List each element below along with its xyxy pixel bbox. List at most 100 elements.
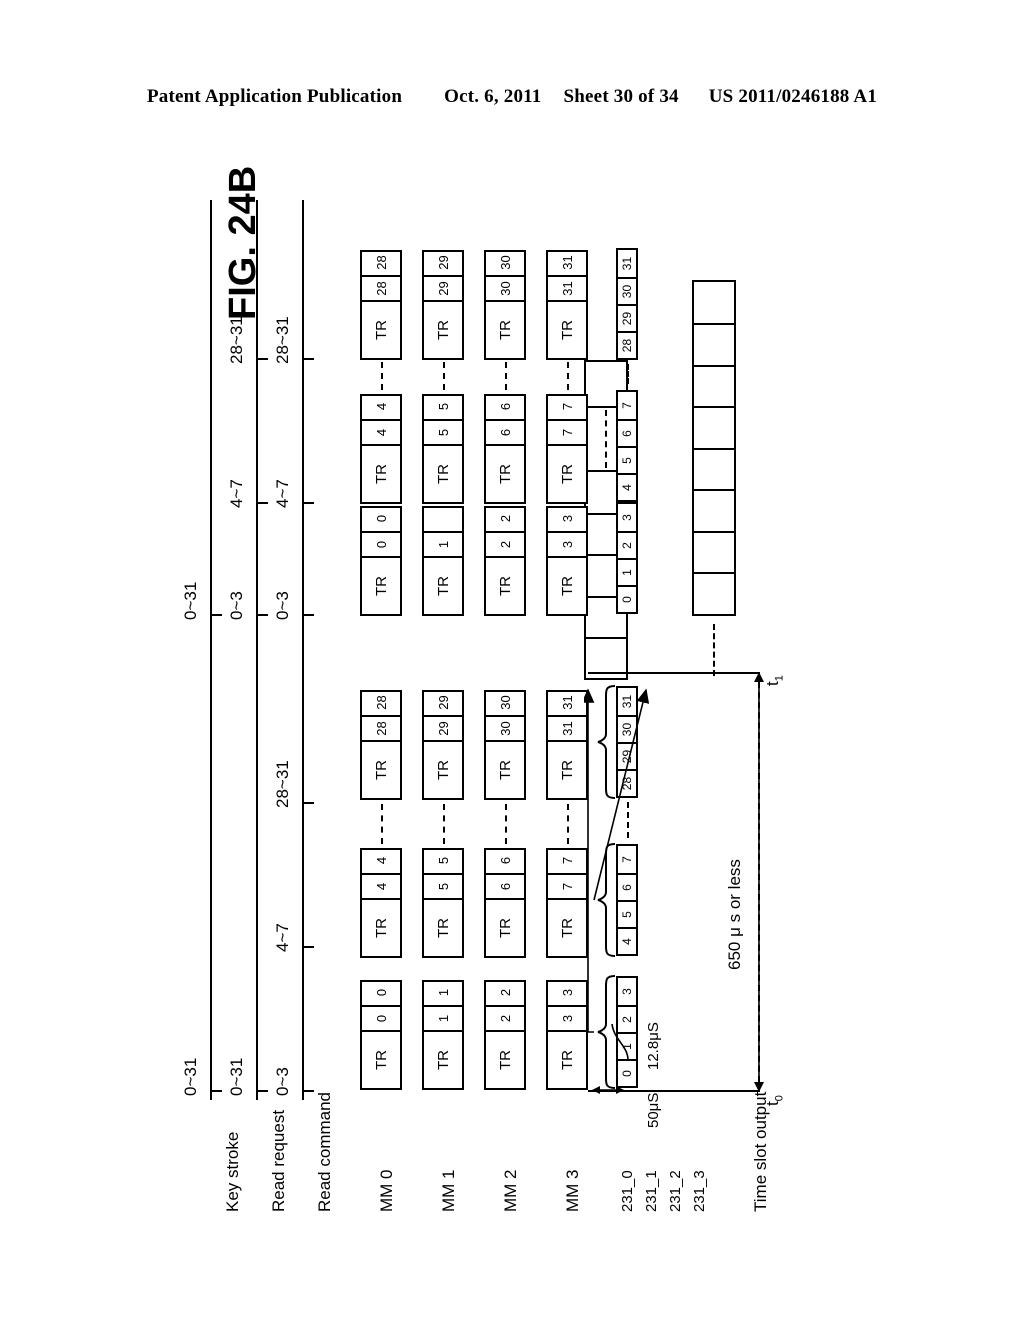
tr-block-mm1-b1-g2: TR 5 5 [422,848,464,958]
tr-num-a: 30 [486,715,524,740]
tr-num-a: 31 [548,715,586,740]
tr-num-a: 7 [548,873,586,898]
tr-block-mm0-b2-g3: TR 28 28 [360,250,402,360]
row-label-mm0: MM 0 [377,1169,396,1213]
label-50us: 50μS [645,1092,662,1128]
row-label-mm1: MM 1 [439,1169,458,1213]
continuation-dots-mm3-b1 [567,804,569,844]
tr-block-mm2-b2-g3: TR 30 30 [484,250,526,360]
tick-read-command-6 [302,358,314,360]
continuation-dots-mm1-b1 [443,804,445,844]
row-label-key-stroke: Key stroke [223,1131,242,1212]
tr-block-mm1-b2-g2: TR 5 5 [422,394,464,504]
time-slot-box [694,448,734,490]
tr-label: TR [548,556,586,614]
continuation-dots-mm0-b1 [381,804,383,844]
tick-read-command-5 [302,502,314,504]
continuation-dots-slots-b2 [627,364,629,384]
figure-title: FIG. 24B [222,165,264,320]
label-650us: 650 μ s or less [725,859,744,970]
tr-num-a: 3 [548,1005,586,1030]
tr-num-b: 5 [435,402,451,411]
range-read-command-1: 0~3 [273,1067,292,1096]
tr-block-mm0-b2-g1: TR 0 0 [360,506,402,616]
row-label-231-0: 231_0 [619,1170,636,1212]
tr-block-mm0-b1-g1: TR 0 0 [360,980,402,1090]
range-read-command-5: 4~7 [273,479,292,508]
range-read-request-2: 0~3 [227,591,246,620]
tr-num-b [424,506,462,531]
tick-read-request-1 [256,1090,268,1092]
tr-label: TR [424,556,462,614]
range-read-request-1: 0~31 [227,1057,246,1096]
tr-num-b: 29 [435,255,451,270]
header-publication: Patent Application Publication [146,86,403,107]
tr-label: TR [486,300,524,358]
tr-block-mm1-b2-g1: TR 1 [422,506,464,616]
tr-block-mm1-b2-g3: TR 29 29 [422,250,464,360]
tr-block-mm2-b2-g2: TR 6 6 [484,394,526,504]
micro-timing-annotation [592,1023,629,1094]
tr-label: TR [548,444,586,502]
tr-label: TR [362,300,400,358]
tr-label: TR [486,740,524,798]
tr-num-a: 0 [362,531,400,556]
tr-block-mm0-b2-g2: TR 4 4 [360,394,402,504]
range-key-stroke-2: 0~31 [181,581,200,620]
tick-read-command-1 [302,1090,314,1092]
tr-block-mm3-b1-g3: TR 31 31 [546,690,588,800]
tr-label: TR [486,1030,524,1088]
tr-num-a: 6 [486,419,524,444]
time-slot-box [694,323,734,365]
range-read-command-3: 28~31 [273,760,292,808]
tr-num-a: 5 [424,873,462,898]
tr-num-a: 4 [362,419,400,444]
tr-num-b: 6 [497,402,513,411]
tr-num-a: 29 [424,275,462,300]
tr-block-mm3-b2-g1: TR 3 3 [546,506,588,616]
range-read-request-3: 4~7 [227,479,246,508]
tr-num-a: 2 [486,531,524,556]
tr-num-b: 0 [373,988,389,997]
header-date: Oct. 6, 2011 [444,86,542,107]
tr-num-a: 6 [486,873,524,898]
row-label-read-command: Read command [315,1091,334,1212]
time-slot-box [694,282,734,323]
tr-num-a: 7 [548,419,586,444]
tr-block-mm3-b1-g2: TR 7 7 [546,848,588,958]
continuation-dots-mm2-b2 [505,362,507,390]
tr-num-b: 1 [435,988,451,997]
tick-key-stroke-1 [210,1090,222,1092]
tr-num-b: 2 [497,988,513,997]
tr-num-a: 28 [362,275,400,300]
tick-read-command-2 [302,946,314,948]
slot-strip-b2-2: 28 29 30 31 [616,248,638,360]
tr-label: TR [362,898,400,956]
range-read-command-2: 4~7 [273,923,292,952]
label-12-8us: 12.8μS [645,1022,662,1070]
tr-block-mm2-b1-g3: TR 30 30 [484,690,526,800]
lane-rule-read-request [256,200,258,1100]
tr-label: TR [486,898,524,956]
slot-cell: 6 [618,419,636,446]
tick-read-request-3 [256,502,268,504]
tr-num-a: 5 [424,419,462,444]
tr-num-b: 30 [497,695,513,710]
slot-cell: 29 [618,304,636,331]
tr-num-b: 28 [373,695,389,710]
tr-num-a: 0 [362,1005,400,1030]
time-slot-box [694,365,734,407]
tr-label: TR [362,556,400,614]
tr-block-mm2-b1-g2: TR 6 6 [484,848,526,958]
tr-label: TR [548,740,586,798]
tr-num-a: 30 [486,275,524,300]
slot-cell: 7 [620,402,634,409]
lane-rule-read-command [302,200,304,1100]
slot-cell: 30 [618,277,636,304]
marker-t0: t0 [763,1095,786,1106]
t1-dropline [588,672,760,674]
continuation-dots-mm1-b2 [443,362,445,390]
header-sheet: Sheet 30 of 34 [563,86,679,107]
tr-num-b: 5 [435,856,451,865]
tr-num-b: 31 [559,255,575,270]
